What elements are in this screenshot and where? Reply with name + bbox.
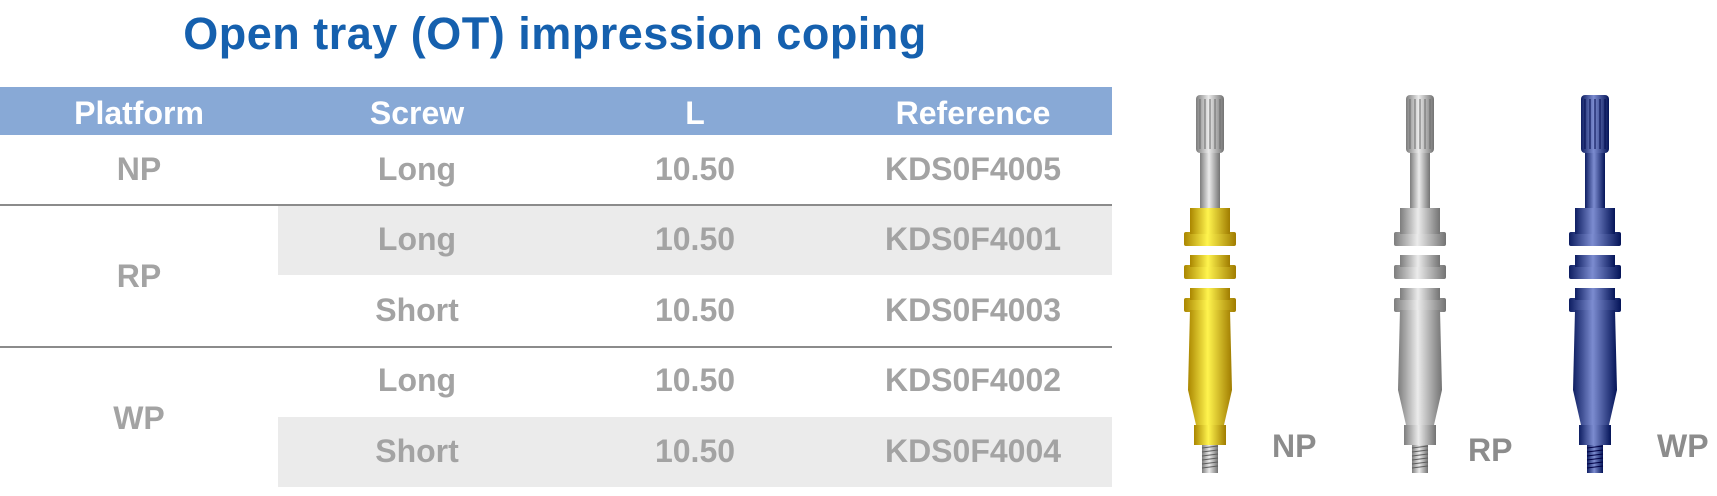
screw-cell: Long: [377, 151, 457, 187]
length-cell: 10.50: [654, 433, 736, 469]
reference-cell: KDS0F4005: [884, 151, 1062, 187]
page-title: Open tray (OT) impression coping: [183, 8, 927, 59]
reference-cell: KDS0F4002: [884, 362, 1062, 398]
length-cell: 10.50: [654, 362, 736, 398]
header-screw: Screw: [369, 95, 465, 131]
screw-cell: Long: [377, 221, 457, 257]
np-coping-image: [1184, 95, 1236, 473]
length-cell: 10.50: [654, 221, 736, 257]
table-row: Long 10.50 KDS0F4005: [0, 135, 1112, 205]
screw-cell: Long: [377, 362, 457, 398]
table-row: Short 10.50 KDS0F4003: [0, 276, 1112, 346]
reference-cell: KDS0F4001: [884, 221, 1062, 257]
table-row: Short 10.50 KDS0F4004: [0, 417, 1112, 487]
reference-cell: KDS0F4003: [884, 292, 1062, 328]
table-row: Long 10.50 KDS0F4002: [0, 346, 1112, 416]
header-l: L: [685, 95, 705, 131]
table-row: Long 10.50 KDS0F4001: [0, 205, 1112, 275]
screw-cell: Short: [375, 433, 459, 469]
table-header: Platform Screw L Reference: [0, 87, 1112, 135]
wp-image-label: WP: [1657, 428, 1709, 464]
length-cell: 10.50: [654, 292, 736, 328]
wp-coping-image: [1569, 95, 1621, 473]
rp-coping-image: [1394, 95, 1446, 473]
header-reference: Reference: [895, 95, 1051, 131]
rp-image-label: RP: [1468, 432, 1513, 468]
header-platform: Platform: [74, 95, 204, 131]
np-image-label: NP: [1272, 428, 1317, 464]
length-cell: 10.50: [654, 151, 736, 187]
reference-cell: KDS0F4004: [884, 433, 1062, 469]
screw-cell: Short: [375, 292, 459, 328]
